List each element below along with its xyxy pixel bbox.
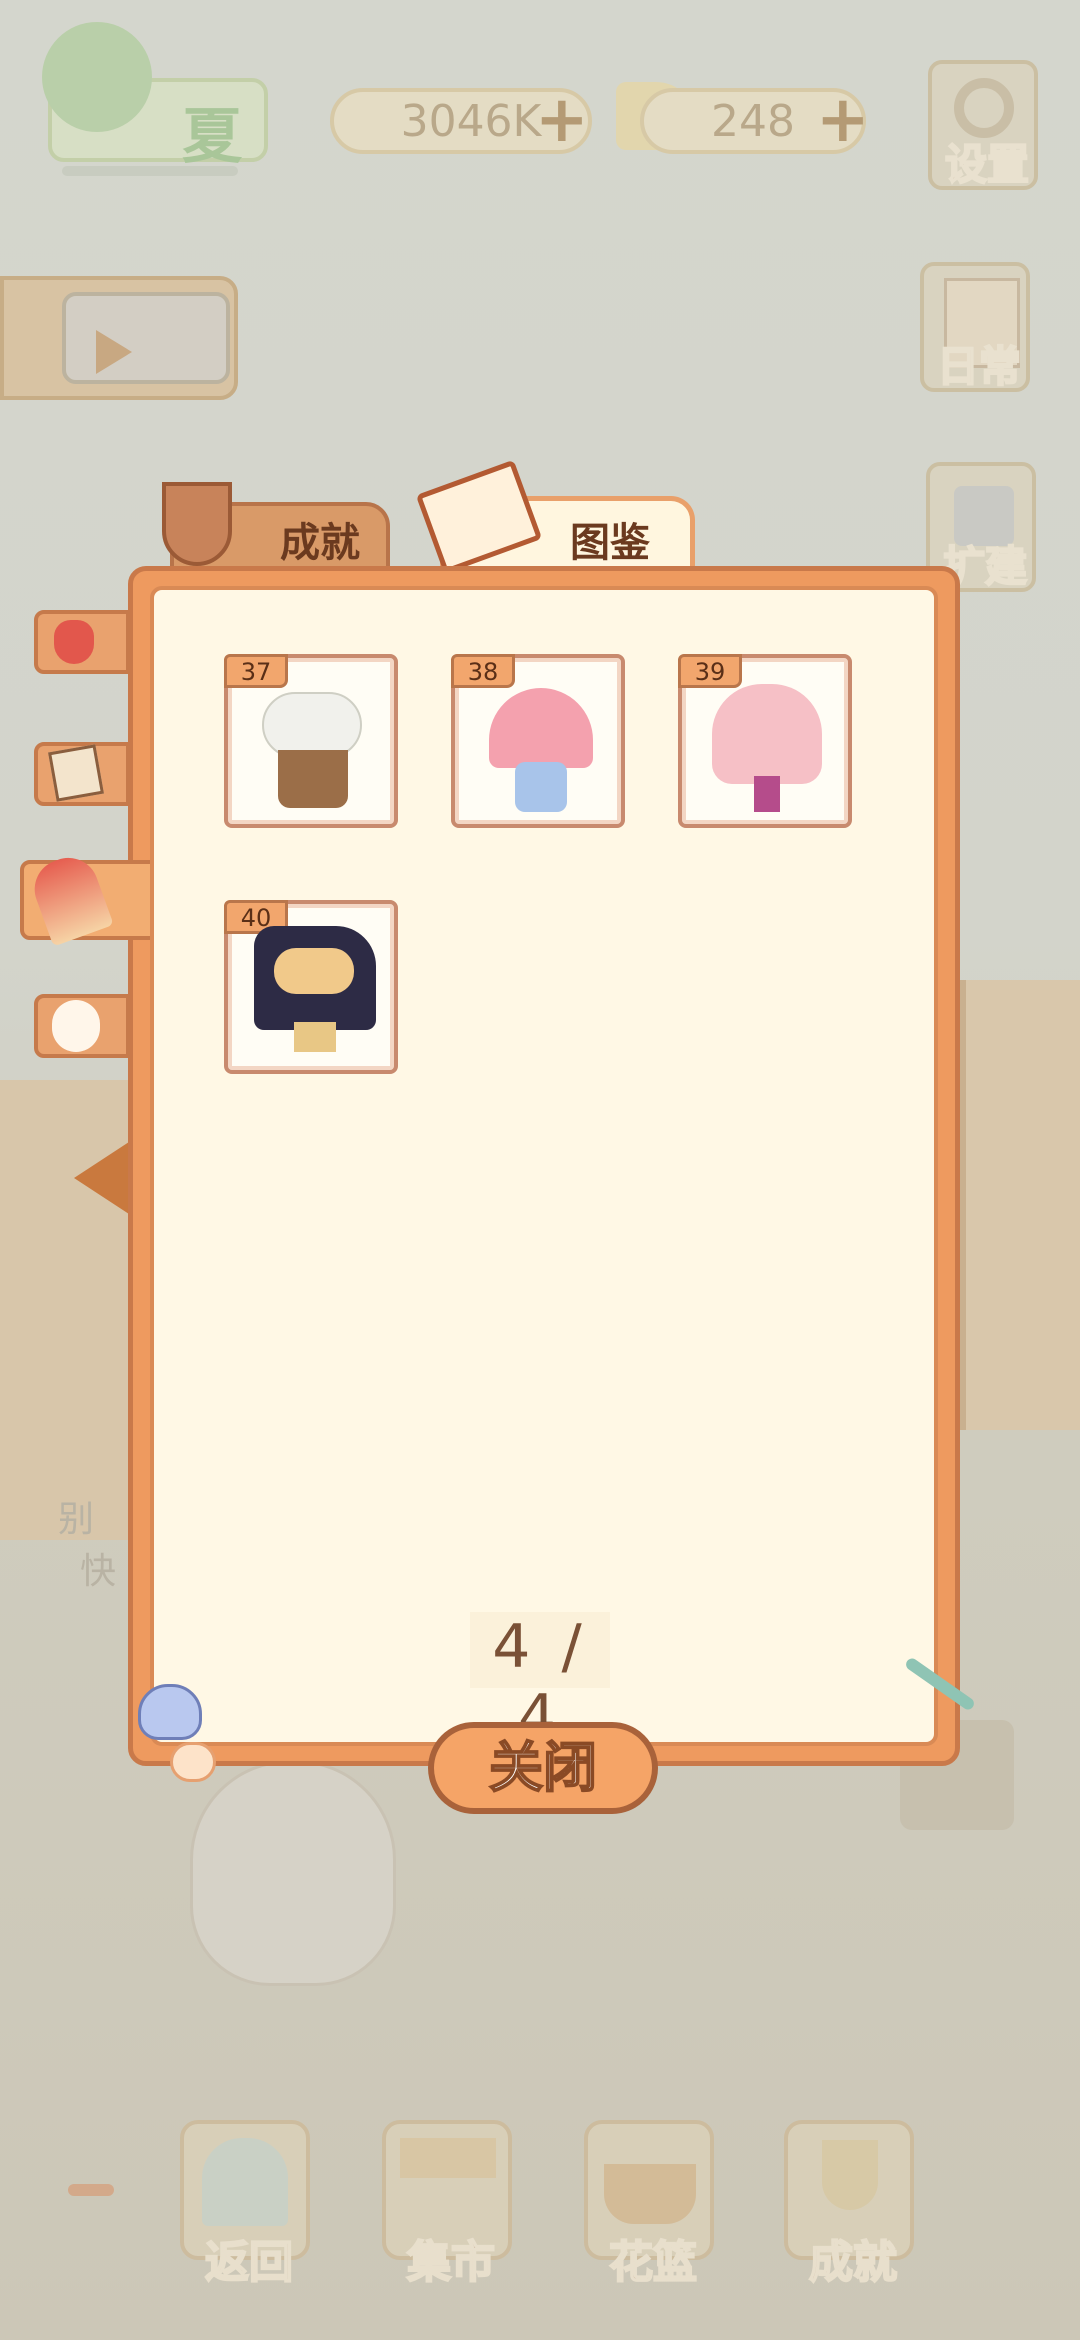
- season-progress-bar: [62, 166, 238, 176]
- daily-label: 日常: [936, 341, 1022, 392]
- item-number: 38: [451, 654, 515, 688]
- heart-bouquet-icon: [489, 688, 593, 768]
- nav-achievement[interactable]: 成就: [784, 2120, 914, 2289]
- cheese-currency-value: 248: [711, 95, 795, 147]
- nav-back-label: 返回: [204, 2236, 294, 2289]
- nav-market[interactable]: 集市: [382, 2120, 512, 2289]
- category-tab-bouquet[interactable]: [20, 849, 162, 947]
- hamster-character: [190, 1760, 396, 1986]
- add-cheese-button[interactable]: +: [816, 88, 870, 152]
- pink-bouquet-icon: [712, 684, 822, 784]
- hint-line-1: 别: [58, 1499, 95, 1540]
- tab-achievement[interactable]: 成就: [162, 482, 390, 576]
- trophy-icon: [822, 2140, 878, 2210]
- butterfly-icon: [138, 1684, 202, 1740]
- video-ad-panel[interactable]: [0, 276, 238, 400]
- basket-shape: [278, 750, 348, 808]
- blue-ribbon-icon: [515, 762, 567, 812]
- back-arrow-icon[interactable]: [74, 1140, 132, 1216]
- fish-currency-value: 3046K: [400, 95, 542, 147]
- trophy-icon: [162, 482, 232, 566]
- daily-button[interactable]: 日常: [920, 262, 1030, 392]
- gold-bow-icon: [294, 1022, 336, 1052]
- white-flower-basket-icon: [262, 692, 362, 758]
- cat-icon: [52, 1000, 100, 1052]
- purple-ribbon-icon: [754, 776, 780, 812]
- collection-item-38[interactable]: 38: [451, 654, 625, 828]
- item-number: 37: [224, 654, 288, 688]
- play-icon: [96, 330, 132, 374]
- season-label: 夏: [182, 102, 242, 172]
- tab-collection[interactable]: 图鉴: [415, 459, 695, 576]
- close-button[interactable]: 关闭: [428, 1722, 658, 1814]
- backpack-icon: [62, 292, 230, 384]
- page-counter: 4 / 4: [470, 1612, 610, 1752]
- tab-collection-label: 图鉴: [570, 519, 650, 566]
- flowers-icon: [274, 948, 354, 994]
- collection-item-40[interactable]: 40: [224, 900, 398, 1074]
- collection-item-39[interactable]: 39: [678, 654, 852, 828]
- hint-line-2: 快: [80, 1551, 117, 1592]
- nav-market-label: 集市: [406, 2236, 496, 2289]
- category-tab-photo[interactable]: [34, 742, 130, 806]
- nav-flower-basket-label: 花篮: [608, 2236, 698, 2289]
- nav-flower-basket[interactable]: 花篮: [584, 2120, 714, 2289]
- nav-back[interactable]: 返回: [180, 2120, 310, 2289]
- bouquet-icon: [26, 849, 114, 947]
- background-hint-text: 别 快: [58, 1490, 116, 1594]
- category-tab-cat[interactable]: [34, 994, 130, 1058]
- tab-achievement-label: 成就: [280, 520, 360, 566]
- minimize-dash[interactable]: [68, 2184, 114, 2196]
- photo-icon: [48, 744, 104, 802]
- nav-achievement-label: 成就: [808, 2236, 898, 2289]
- settings-button[interactable]: 设置: [928, 60, 1038, 190]
- gear-icon: [954, 78, 1014, 138]
- settings-label: 设置: [944, 139, 1030, 190]
- background-building: [960, 980, 1080, 1430]
- category-tab-flower[interactable]: [34, 610, 130, 674]
- add-fish-button[interactable]: +: [535, 88, 589, 152]
- season-badge[interactable]: 夏: [42, 22, 268, 172]
- small-butterfly-icon: [170, 1742, 216, 1782]
- window-icon: [202, 2138, 288, 2226]
- item-number: 39: [678, 654, 742, 688]
- basket-icon: [604, 2164, 696, 2224]
- stall-icon: [400, 2138, 496, 2178]
- rose-icon: [54, 620, 94, 664]
- collection-item-37[interactable]: 37: [224, 654, 398, 828]
- tree-icon: [42, 22, 152, 132]
